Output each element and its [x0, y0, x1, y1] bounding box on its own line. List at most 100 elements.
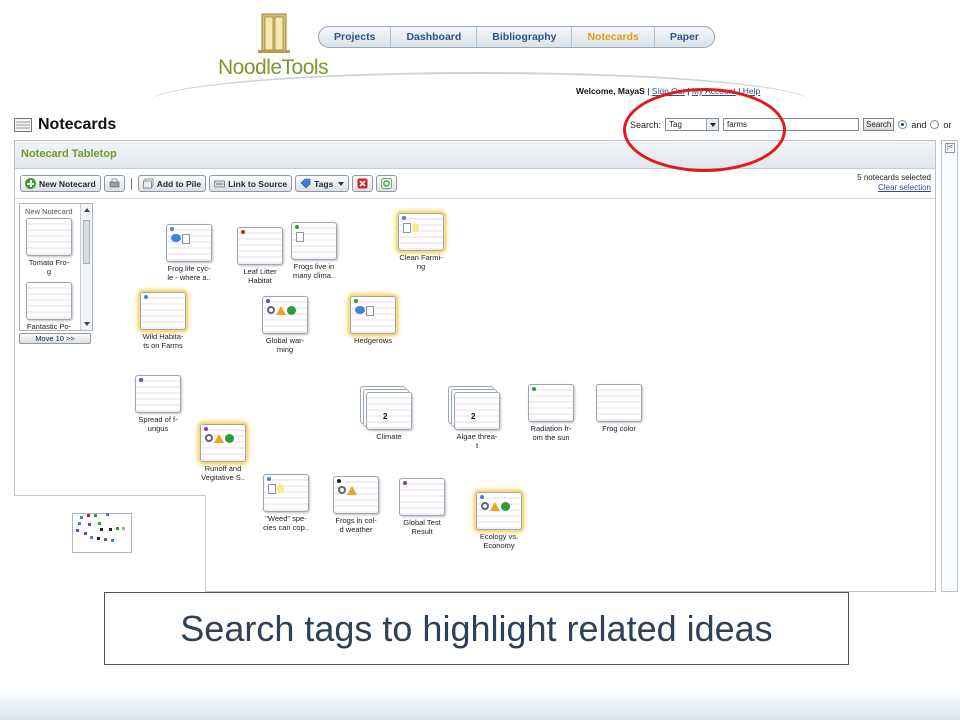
card-label-line2: Habitat — [248, 275, 272, 285]
notecard[interactable]: Frogs live in many clima.. — [289, 222, 339, 280]
minimap-card-marker — [78, 522, 81, 525]
print-button[interactable] — [103, 175, 125, 192]
refresh-button[interactable] — [376, 175, 398, 192]
nav-notecards[interactable]: Notecards — [572, 27, 655, 47]
link-icon — [214, 180, 225, 188]
card-label-line2: ming — [276, 344, 294, 354]
pile-card[interactable]: Fantastic Po- — [24, 282, 74, 332]
bulb-icon — [277, 484, 284, 493]
minimap-viewport[interactable] — [72, 513, 132, 553]
card-status-icons — [267, 306, 296, 315]
delete-button[interactable] — [352, 175, 374, 192]
card-status-icons — [171, 234, 190, 244]
minimap-card-marker — [88, 523, 91, 526]
speech-icon — [355, 306, 365, 314]
search-button[interactable]: Search — [863, 118, 895, 131]
move-10-button[interactable]: Move 10 >> — [19, 333, 91, 344]
nav-projects[interactable]: Projects — [319, 27, 392, 47]
and-label: and — [911, 119, 927, 130]
check-icon — [501, 502, 510, 511]
notecard[interactable]: Frogs in col-d weather — [331, 476, 381, 534]
new-notecard-button[interactable]: New Notecard — [20, 175, 101, 192]
side-panel-strip: |< — [941, 140, 958, 592]
minimap-card-marker — [98, 522, 101, 525]
card-label-line1: Hedgerows — [354, 336, 392, 345]
scroll-thumb[interactable] — [83, 220, 90, 264]
nav-paper[interactable]: Paper — [655, 27, 714, 47]
notecard[interactable]: 2 Climate — [364, 392, 414, 442]
tag-color-dot — [295, 225, 299, 229]
link-to-source-button[interactable]: Link to Source — [209, 175, 293, 192]
add-to-pile-label: Add to Pile — [156, 178, 202, 189]
printer-icon — [109, 178, 119, 188]
notecard[interactable]: Hedgerows — [348, 296, 398, 346]
notecard[interactable]: Radiation fr-om the sun — [526, 384, 576, 442]
tags-button[interactable]: Tags — [295, 175, 350, 192]
notecard[interactable]: 2 Algae threa-t — [452, 392, 502, 450]
link-to-source-label: Link to Source — [228, 178, 288, 189]
warning-icon — [490, 502, 500, 511]
collapse-panel-button[interactable]: |< — [945, 143, 955, 153]
pile-scrollbar[interactable] — [80, 204, 92, 330]
card-label-line2: ungus — [147, 423, 169, 433]
card-label-line2: le - where a.. — [167, 272, 211, 282]
notecard[interactable]: Clean Farmi-ng — [396, 213, 446, 271]
card-status-icons — [355, 306, 374, 316]
notecard[interactable]: "Weed" spe-cies can cop.. — [261, 474, 311, 532]
card-label-line2: om the sun — [532, 432, 570, 442]
add-to-pile-button[interactable]: Add to Pile — [137, 175, 207, 192]
or-radio[interactable] — [930, 120, 940, 129]
card-label-line2: d weather — [339, 524, 373, 534]
notecard-box — [262, 296, 308, 334]
notecard[interactable]: Runoff and Vegitative S.. — [198, 424, 248, 482]
notecard-box — [140, 292, 186, 330]
notecard[interactable]: Ecology vs. Economy — [474, 492, 524, 550]
notecard[interactable]: Leaf Litter Habitat — [235, 227, 285, 285]
noodletools-logo[interactable]: NoodleTools — [218, 10, 329, 80]
tabletop-minimap[interactable] — [14, 495, 206, 592]
minimap-card-marker — [100, 528, 103, 531]
tags-label: Tags — [314, 178, 334, 189]
notecard[interactable]: Frog life cyc-le - where a.. — [164, 224, 214, 282]
scroll-up-icon[interactable] — [84, 208, 90, 212]
magnifier-icon — [205, 434, 213, 442]
card-status-icons — [296, 232, 304, 242]
notecard-box — [166, 224, 212, 262]
toolbar-separator — [130, 177, 132, 190]
notecard-box — [26, 282, 72, 320]
notecard[interactable]: Spread of f-ungus — [133, 375, 183, 433]
notecard[interactable]: Global Test Result — [397, 478, 447, 536]
tag-color-dot — [480, 495, 484, 499]
door-logo-icon — [258, 13, 290, 53]
user-bar-sep: | — [647, 86, 650, 96]
notecard-box — [135, 375, 181, 413]
minimap-card-marker — [97, 537, 100, 540]
notecard-box — [476, 492, 522, 530]
doc-icon — [182, 234, 190, 244]
notecard-box — [200, 424, 246, 462]
minimap-card-marker — [84, 532, 87, 535]
notecard-box — [350, 296, 396, 334]
scroll-down-icon[interactable] — [84, 322, 90, 326]
nav-bibliography[interactable]: Bibliography — [477, 27, 573, 47]
stack-count: 2 — [383, 412, 388, 421]
clear-selection-link[interactable]: Clear selection — [857, 183, 931, 193]
warning-icon — [214, 434, 224, 443]
card-label-line2: ts on Farms — [143, 340, 183, 350]
card-status-icons — [205, 434, 234, 443]
card-label-line1: Frog color — [602, 424, 636, 433]
plus-icon — [25, 178, 36, 189]
notecard[interactable]: Frog color — [594, 384, 644, 434]
stack-count: 2 — [471, 412, 476, 421]
and-radio[interactable] — [898, 120, 908, 129]
minimap-card-marker — [80, 516, 83, 519]
magnifier-icon — [267, 306, 275, 314]
notecard[interactable]: Wild Habita-ts on Farms — [138, 292, 188, 350]
minimap-card-marker — [87, 514, 90, 517]
page-title-row: Notecards — [14, 116, 116, 134]
pile-card[interactable]: Tomato Fro- g — [24, 218, 74, 276]
tag-color-dot — [402, 216, 406, 220]
notecard-box — [398, 213, 444, 251]
notecard[interactable]: Global war-ming — [260, 296, 310, 354]
nav-dashboard[interactable]: Dashboard — [391, 27, 478, 47]
